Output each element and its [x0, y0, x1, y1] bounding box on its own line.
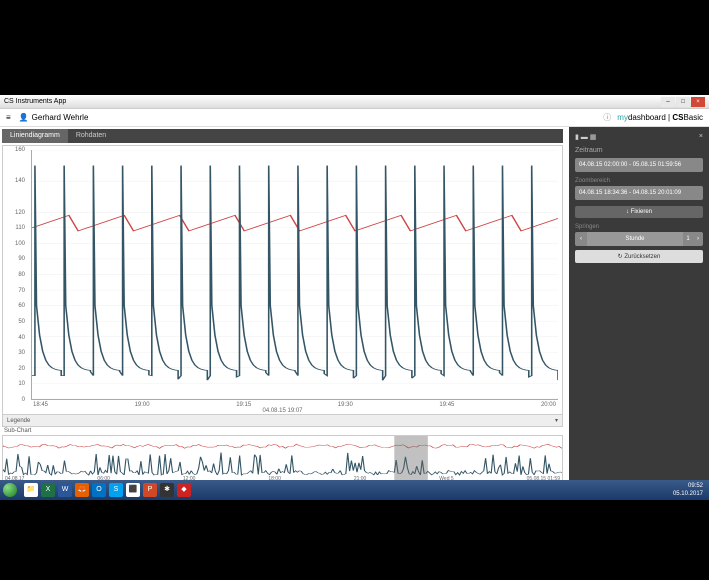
tab-liniendiagramm[interactable]: Liniendiagramm	[2, 129, 68, 143]
menu-icon[interactable]: ≡	[6, 113, 11, 122]
tray-time: 09:52	[673, 482, 703, 490]
sidebar-close-icon[interactable]: ×	[699, 133, 703, 141]
main-panel: Liniendiagramm Rohdaten 0102030405060708…	[0, 127, 569, 500]
jump-label: Springen	[575, 224, 703, 230]
plot-area[interactable]	[31, 150, 558, 400]
tab-rohdaten[interactable]: Rohdaten	[68, 129, 114, 143]
jump-next-button[interactable]: ›	[693, 232, 703, 246]
minimize-button[interactable]: –	[661, 97, 675, 107]
app-icon-2[interactable]: ✱	[160, 483, 174, 497]
excel-icon[interactable]: X	[41, 483, 55, 497]
taskbar: 📁 X W 🦊 O S ⬛ P ✱ ◆ 09:52 05.10.2017	[0, 480, 709, 500]
fix-button[interactable]: ↓ Fixieren	[575, 206, 703, 218]
zoomrange-display[interactable]: 04.08.15 18:34:36 - 04.08.15 20:01:09	[575, 186, 703, 200]
jump-prev-button[interactable]: ‹	[575, 232, 587, 246]
windows-orb-icon	[3, 483, 17, 497]
app-icon-3[interactable]: ◆	[177, 483, 191, 497]
titlebar: CS Instruments App – □ ×	[0, 95, 709, 109]
timerange-display[interactable]: 04.08.15 02:00:00 - 05.08.15 01:59:56	[575, 158, 703, 172]
sidebar-title: Zeitraum	[575, 147, 703, 154]
app-icon-1[interactable]: ⬛	[126, 483, 140, 497]
jump-value[interactable]: 1	[683, 232, 693, 246]
user-badge[interactable]: 👤 Gerhard Wehrle	[19, 113, 89, 122]
brand: mydashboard | CSBasic	[617, 113, 703, 122]
info-icon[interactable]: ⓘ	[603, 112, 611, 123]
y-axis: 0102030405060708090100110120140160	[3, 150, 27, 400]
tabs: Liniendiagramm Rohdaten	[2, 129, 563, 143]
sidebar: ▮ ▬ ▦ × Zeitraum 04.08.15 02:00:00 - 05.…	[569, 127, 709, 500]
user-icon: 👤	[19, 113, 29, 122]
window-title: CS Instruments App	[4, 98, 661, 105]
tray-date: 05.10.2017	[673, 490, 703, 498]
user-name: Gerhard Wehrle	[32, 113, 89, 122]
maximize-button[interactable]: □	[676, 97, 690, 107]
legend-label: Legende	[7, 418, 30, 424]
powerpoint-icon[interactable]: P	[143, 483, 157, 497]
collapse-icon[interactable]: ▾	[555, 417, 558, 424]
outlook-icon[interactable]: O	[92, 483, 106, 497]
taskbar-icons: 📁 X W 🦊 O S ⬛ P ✱ ◆	[20, 483, 195, 497]
sub-chart[interactable]: 04.08.1706:0012:0018:0021:00Wed 505.08.1…	[2, 435, 563, 483]
start-button[interactable]	[0, 480, 20, 500]
topbar: ≡ 👤 Gerhard Wehrle ⓘ mydashboard | CSBas…	[0, 109, 709, 127]
legend-row[interactable]: Legende ▾	[2, 415, 563, 427]
zoom-label: Zoombereich	[575, 178, 703, 184]
layout-icons[interactable]: ▮ ▬ ▦	[575, 133, 596, 141]
system-tray[interactable]: 09:52 05.10.2017	[667, 482, 709, 498]
explorer-icon[interactable]: 📁	[24, 483, 38, 497]
close-button[interactable]: ×	[691, 97, 705, 107]
firefox-icon[interactable]: 🦊	[75, 483, 89, 497]
jump-selector: ‹ Stunde 1 ›	[575, 232, 703, 246]
jump-unit[interactable]: Stunde	[587, 232, 683, 246]
main-chart[interactable]: 0102030405060708090100110120140160 18:45…	[2, 145, 563, 415]
word-icon[interactable]: W	[58, 483, 72, 497]
skype-icon[interactable]: S	[109, 483, 123, 497]
reset-button[interactable]: ↻ Zurücksetzen	[575, 250, 703, 263]
subchart-label: Sub-Chart	[2, 427, 563, 435]
app-window: CS Instruments App – □ × ≡ 👤 Gerhard Weh…	[0, 95, 709, 500]
